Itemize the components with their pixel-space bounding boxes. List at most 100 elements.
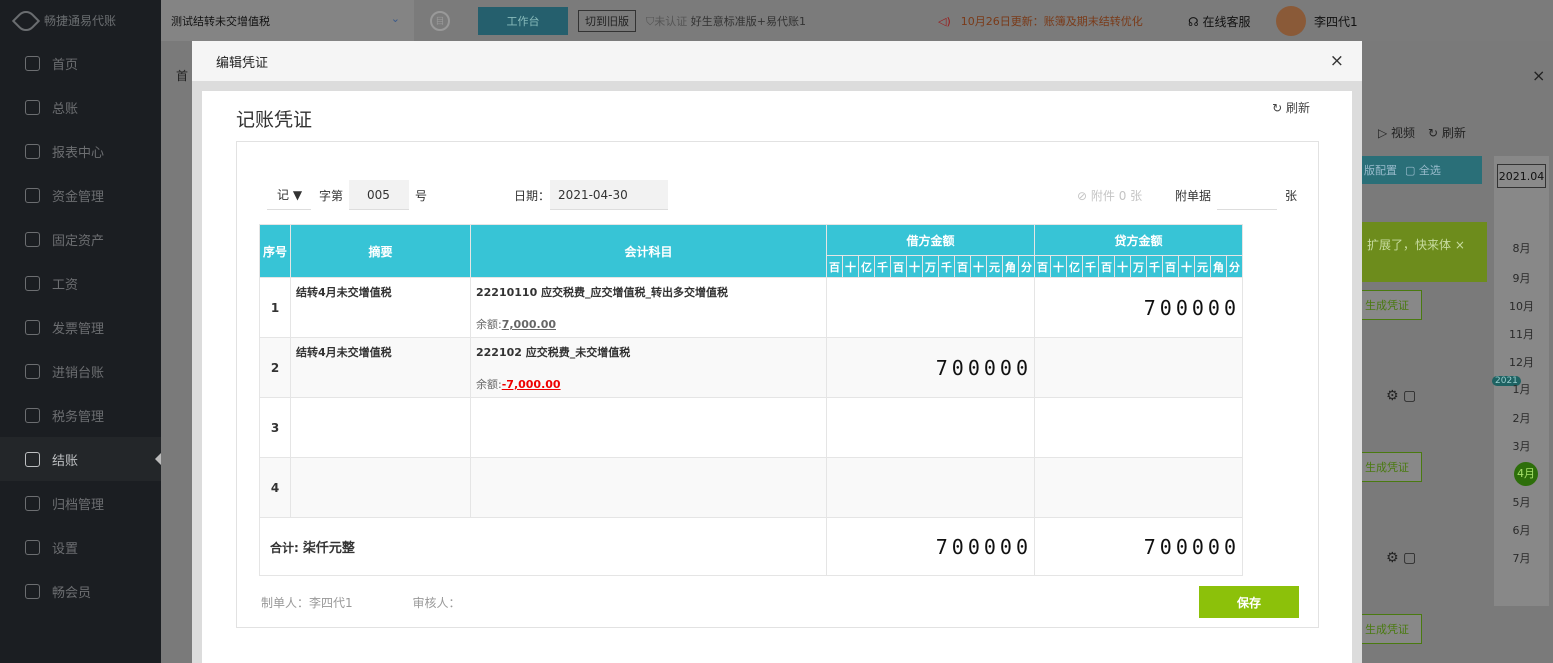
workbench-button[interactable]: 工作台: [478, 6, 568, 35]
sidebar-item-label: 报表中心: [52, 145, 105, 161]
month-item[interactable]: 11月: [1494, 326, 1549, 342]
row-summary[interactable]: 结转4月未交增值税: [290, 277, 471, 338]
sidebar-item-12[interactable]: 畅会员: [0, 569, 161, 613]
row-subject[interactable]: [470, 457, 827, 518]
sidebar-item-2[interactable]: 报表中心: [0, 129, 161, 173]
sidebar-item-4[interactable]: 固定资产: [0, 217, 161, 261]
online-service[interactable]: ☊ 在线客服: [1188, 13, 1251, 30]
row-subject[interactable]: 22210110 应交税费_应交增值税_转出多交增值税 余额:7,000.00: [470, 277, 827, 338]
total-credit-cell[interactable]: 700000: [1034, 517, 1243, 576]
bg-gear-icon-2[interactable]: ⚙ ▢: [1386, 550, 1416, 566]
bg-config[interactable]: 版配置: [1364, 162, 1397, 178]
row-summary[interactable]: [290, 457, 471, 518]
bg-video[interactable]: ▷ 视频: [1378, 124, 1415, 141]
month-item[interactable]: 10月: [1494, 298, 1549, 314]
debit-cell[interactable]: 700000: [826, 337, 1035, 398]
sidebar-item-label: 首页: [52, 57, 79, 73]
debit-digit-header: 元: [986, 255, 1003, 278]
sidebar-item-3[interactable]: 资金管理: [0, 173, 161, 217]
total-debit-cell[interactable]: 700000: [826, 517, 1035, 576]
voucher-number-input[interactable]: 005: [349, 180, 410, 210]
period-year[interactable]: 2021.04: [1497, 164, 1546, 188]
row-summary[interactable]: [290, 397, 471, 458]
caret-down-icon: ▼: [292, 187, 303, 202]
month-item[interactable]: 6月: [1494, 522, 1549, 538]
bg-gen-voucher-1[interactable]: 生成凭证: [1352, 290, 1422, 320]
voucher-card: 记 ▼ 字第 005 号 日期： 2021-04-30 ⊘ 附件 0 张 附单据…: [236, 141, 1319, 628]
table-row: 4: [259, 457, 1243, 518]
sidebar-item-8[interactable]: 税务管理: [0, 393, 161, 437]
attach-doc-input[interactable]: [1217, 180, 1277, 210]
total-debit-amount: 700000: [935, 534, 1032, 559]
cert-status[interactable]: ⛉未认证 好生意标准版+易代账1: [646, 13, 806, 29]
bg-gen-voucher-3[interactable]: 生成凭证: [1352, 614, 1422, 644]
bg-select-all[interactable]: ▢ 全选: [1405, 162, 1441, 178]
ledger-circle-icon[interactable]: 目: [430, 10, 450, 31]
notice-text: 10月26日更新：账簿及期末结转优化: [960, 15, 1143, 28]
sidebar-item-0[interactable]: 首页: [0, 41, 161, 85]
credit-cell[interactable]: [1034, 457, 1243, 518]
save-button[interactable]: 保存: [1199, 586, 1299, 618]
app-logo[interactable]: 畅捷通易代账: [0, 0, 161, 41]
credit-cell[interactable]: [1034, 397, 1243, 458]
fund-icon: [25, 187, 40, 203]
month-item[interactable]: 12月: [1494, 354, 1549, 370]
attachment-link[interactable]: ⊘ 附件 0 张: [1077, 187, 1142, 204]
sidebar-item-7[interactable]: 进销台账: [0, 349, 161, 393]
month-item[interactable]: 2月: [1494, 410, 1549, 426]
refresh-button[interactable]: ↻ 刷新: [1272, 99, 1310, 116]
row-subject[interactable]: 222102 应交税费_未交增值税 余额:-7,000.00: [470, 337, 827, 398]
update-notice[interactable]: ◁) 10月26日更新：账簿及期末结转优化: [938, 13, 1143, 29]
sidebar-item-label: 总账: [52, 101, 79, 117]
subject-name: 22210110 应交税费_应交增值税_转出多交增值税: [476, 286, 729, 299]
user-name[interactable]: 李四代1: [1314, 13, 1358, 30]
month-item[interactable]: 9月: [1494, 270, 1549, 286]
balance-value: 7,000.00: [501, 318, 556, 331]
month-item[interactable]: 7月: [1494, 550, 1549, 566]
sidebar-item-label: 畅会员: [52, 585, 92, 601]
sidebar-item-10[interactable]: 归档管理: [0, 481, 161, 525]
credit-cell[interactable]: [1034, 337, 1243, 398]
company-select[interactable]: 测试结转未交增值税 ⌄: [161, 0, 414, 41]
tax-icon: [25, 407, 40, 423]
debit-cell[interactable]: [826, 397, 1035, 458]
sidebar-item-11[interactable]: 设置: [0, 525, 161, 569]
avatar[interactable]: [1276, 6, 1306, 36]
debit-digit-header: 十: [970, 255, 987, 278]
month-item[interactable]: 3月: [1494, 438, 1549, 454]
month-item[interactable]: 5月: [1494, 494, 1549, 510]
sidebar-item-label: 结账: [52, 453, 79, 469]
debit-cell[interactable]: [826, 277, 1035, 338]
word-select[interactable]: 记 ▼: [267, 180, 311, 210]
attachment-label: 附件 0 张: [1090, 189, 1143, 203]
shield-icon: ⛉: [646, 14, 655, 28]
sidebar-item-6[interactable]: 发票管理: [0, 305, 161, 349]
debit-amount: 700000: [935, 355, 1032, 380]
bg-gear-icon-1[interactable]: ⚙ ▢: [1386, 388, 1416, 404]
trade-icon: [25, 363, 40, 379]
month-item[interactable]: 1月: [1494, 381, 1549, 397]
sidebar-item-5[interactable]: 工资: [0, 261, 161, 305]
row-seq: 3: [259, 397, 291, 458]
date-label: 日期：: [514, 188, 551, 203]
company-name: 测试结转未交增值税: [171, 14, 270, 28]
sidebar-item-1[interactable]: 总账: [0, 85, 161, 129]
subject-name: 222102 应交税费_未交增值税: [476, 346, 631, 359]
credit-cell[interactable]: 700000: [1034, 277, 1243, 338]
row-summary[interactable]: 结转4月未交增值税: [290, 337, 471, 398]
bg-gen-voucher-2[interactable]: 生成凭证: [1352, 452, 1422, 482]
date-input[interactable]: 2021-04-30: [550, 180, 669, 210]
cert-status-text: 未认证: [654, 14, 688, 28]
total-credit-amount: 700000: [1143, 534, 1240, 559]
close-icon[interactable]: ×: [1330, 51, 1344, 71]
bg-close-icon[interactable]: ×: [1532, 66, 1545, 85]
debit-cell[interactable]: [826, 457, 1035, 518]
row-subject[interactable]: [470, 397, 827, 458]
sidebar-item-9[interactable]: 结账: [0, 437, 161, 481]
month-item[interactable]: 8月: [1494, 240, 1549, 256]
credit-digit-header: 百: [1034, 255, 1051, 278]
month-item[interactable]: 4月: [1514, 462, 1538, 486]
switch-old-button[interactable]: 切到旧版: [578, 9, 636, 32]
debit-digit-header: 百: [890, 255, 907, 278]
bg-refresh[interactable]: ↻ 刷新: [1428, 124, 1466, 141]
